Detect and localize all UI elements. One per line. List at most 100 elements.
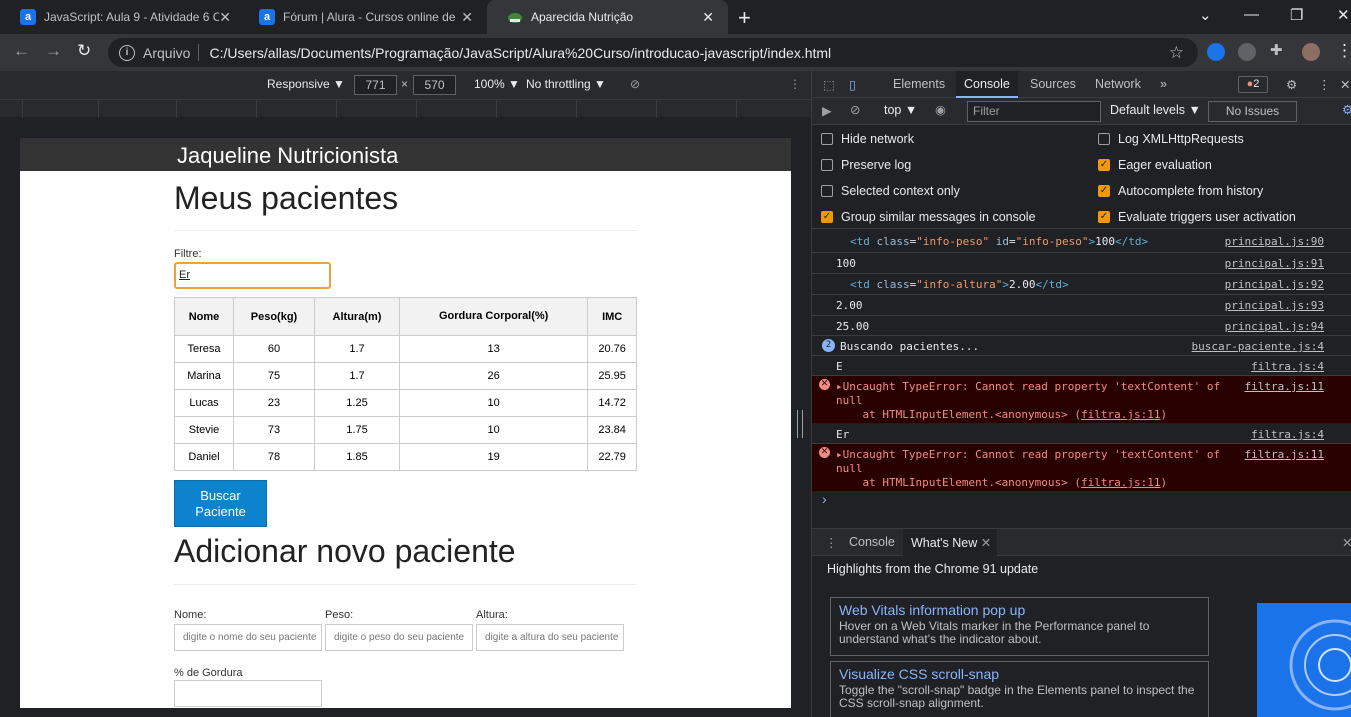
altura-input[interactable]: digite a altura do seu paciente — [476, 624, 624, 651]
tab-elements[interactable]: Elements — [893, 77, 945, 91]
table-row[interactable]: Stevie 73 1.75 10 23.84 — [173, 416, 637, 444]
source-link[interactable]: filtra.js:11 — [1245, 448, 1324, 461]
browser-tab-aula[interactable]: a JavaScript: Aula 9 - Atividade 6 C ✕ — [0, 0, 245, 34]
close-icon[interactable]: ✕ — [461, 9, 473, 26]
avatar[interactable] — [1302, 43, 1320, 61]
tab-network[interactable]: Network — [1095, 77, 1141, 91]
drawer-tab-whats-new[interactable]: What's New ✕ — [903, 529, 998, 556]
console-error[interactable]: ✕ ▸Uncaught TypeError: Cannot read prope… — [812, 376, 1351, 424]
error-count-badge[interactable]: ●2 — [1238, 76, 1268, 93]
issues-button[interactable]: No Issues — [1208, 101, 1297, 122]
minimize-icon[interactable]: — — [1244, 6, 1259, 23]
feature-card[interactable]: Web Vitals information pop up Hover on a… — [830, 597, 1209, 656]
group-similar-checkbox[interactable]: ✓ Group similar messages in console — [821, 210, 1036, 224]
drawer-tabs: ⋮ Console What's New ✕ ✕ — [812, 528, 1351, 556]
extension-v-icon[interactable] — [1207, 43, 1225, 61]
source-link[interactable]: filtra.js:4 — [1251, 360, 1324, 373]
tab-sources[interactable]: Sources — [1030, 77, 1076, 91]
source-link[interactable]: principal.js:93 — [1225, 299, 1324, 312]
address-bar[interactable]: i Arquivo C:/Users/allas/Documents/Progr… — [108, 38, 1198, 67]
more-tabs-icon[interactable]: » — [1160, 77, 1167, 91]
extensions-puzzle-icon[interactable]: ✚ — [1270, 41, 1288, 59]
source-link[interactable]: principal.js:90 — [1225, 235, 1324, 248]
devtools-menu-icon[interactable]: ⋮ — [1318, 77, 1331, 92]
table-row[interactable]: Lucas 23 1.25 10 14.72 — [173, 389, 637, 417]
source-link[interactable]: filtra.js:11 — [1245, 380, 1324, 393]
close-icon[interactable]: ✕ — [219, 9, 231, 26]
feature-card[interactable]: Visualize CSS scroll-snap Toggle the "sc… — [830, 661, 1209, 717]
gordura-input[interactable] — [174, 680, 322, 707]
source-link[interactable]: principal.js:91 — [1225, 257, 1324, 270]
console-filter-input[interactable]: Filter — [967, 101, 1101, 122]
close-icon[interactable]: ✕ — [981, 536, 991, 550]
drawer-tab-console[interactable]: Console — [849, 535, 895, 549]
viewport-width-input[interactable]: 771 — [354, 75, 397, 95]
device-mode-select[interactable]: Responsive ▼ — [267, 77, 345, 91]
sidebar-toggle-icon[interactable]: ▶ — [822, 103, 832, 118]
restore-icon[interactable]: ❐ — [1290, 6, 1303, 24]
source-link[interactable]: principal.js:94 — [1225, 320, 1324, 333]
nome-input[interactable]: digite o nome do seu paciente — [174, 624, 322, 651]
buscar-paciente-button[interactable]: Buscar Paciente — [174, 480, 267, 527]
zoom-select[interactable]: 100% ▼ — [474, 77, 520, 91]
tab-search-icon[interactable]: ⌄ — [1199, 6, 1212, 24]
console-settings: Hide network Preserve log Selected conte… — [812, 125, 1351, 229]
table-row[interactable]: Teresa 60 1.7 13 20.76 — [173, 335, 637, 363]
clear-console-icon[interactable]: ⊘ — [850, 102, 860, 117]
rotate-icon[interactable]: ⊘ — [630, 77, 640, 91]
log-xhr-checkbox[interactable]: Log XMLHttpRequests — [1098, 132, 1244, 146]
filter-input[interactable]: Er — [174, 262, 331, 289]
table-header-row: Nome Peso(kg) Altura(m) Gordura Corporal… — [173, 297, 637, 336]
filter-label: Filtre: — [174, 248, 202, 260]
gear-icon[interactable]: ⚙ — [1286, 77, 1297, 92]
throttling-select[interactable]: No throttling ▼ — [526, 77, 606, 91]
window-close-icon[interactable]: ✕ — [1337, 6, 1350, 24]
selected-context-checkbox[interactable]: Selected context only — [821, 184, 960, 198]
table-row[interactable]: Daniel 78 1.85 19 22.79 — [173, 443, 637, 471]
col-nome: Nome — [173, 297, 235, 336]
source-link[interactable]: principal.js:92 — [1225, 278, 1324, 291]
extension-ghost-icon[interactable] — [1238, 43, 1256, 61]
peso-input[interactable]: digite o peso do seu paciente — [325, 624, 473, 651]
log-levels-select[interactable]: Default levels ▼ — [1110, 103, 1201, 117]
context-select[interactable]: top ▼ — [884, 103, 917, 117]
source-link[interactable]: filtra.js:4 — [1251, 428, 1324, 441]
inspect-element-icon[interactable]: ⬚ — [823, 77, 835, 92]
eye-icon[interactable]: ◉ — [935, 102, 946, 117]
console-toolbar: ▶ ⊘ top ▼ ◉ Filter Default levels ▼ No I… — [812, 98, 1351, 125]
menu-kebab-icon[interactable]: ⋮ — [1336, 41, 1351, 61]
device-menu-icon[interactable]: ⋮ — [789, 77, 801, 91]
console-message: E filtra.js:4 — [812, 356, 1351, 376]
drawer-close-icon[interactable]: ✕ — [1342, 535, 1351, 550]
device-toggle-icon[interactable]: ▯ — [849, 77, 856, 92]
console-error[interactable]: ✕ ▸Uncaught TypeError: Cannot read prope… — [812, 444, 1351, 492]
close-icon[interactable]: ✕ — [702, 9, 714, 26]
col-altura: Altura(m) — [313, 297, 401, 336]
viewport-resize-handle[interactable] — [797, 410, 803, 438]
info-icon[interactable]: i — [119, 44, 135, 61]
site-title: Jaqueline Nutricionista — [177, 143, 399, 168]
console-settings-icon[interactable]: ⚙ — [1342, 102, 1351, 117]
eager-eval-checkbox[interactable]: ✓ Eager evaluation — [1098, 158, 1212, 172]
back-icon[interactable]: ← — [13, 41, 30, 61]
repeat-count-badge: 2 — [822, 339, 835, 352]
autocomplete-checkbox[interactable]: ✓ Autocomplete from history — [1098, 184, 1263, 198]
source-link[interactable]: buscar-paciente.js:4 — [1192, 340, 1324, 353]
tab-console[interactable]: Console — [956, 71, 1018, 98]
reload-icon[interactable]: ↻ — [77, 41, 91, 61]
eval-triggers-checkbox[interactable]: ✓ Evaluate triggers user activation — [1098, 210, 1296, 224]
drawer-menu-icon[interactable]: ⋮ — [825, 535, 838, 550]
error-icon: ✕ — [819, 447, 830, 458]
viewport-height-input[interactable]: 570 — [413, 75, 456, 95]
bookmark-star-icon[interactable]: ☆ — [1169, 43, 1184, 63]
divider — [174, 230, 637, 231]
browser-tab-forum[interactable]: a Fórum | Alura - Cursos online de ✕ — [239, 0, 487, 34]
devtools-close-icon[interactable]: ✕ — [1340, 77, 1350, 92]
forward-icon[interactable]: → — [45, 41, 62, 61]
console-prompt-icon[interactable]: › — [822, 491, 827, 507]
browser-tab-aparecida[interactable]: Aparecida Nutrição ✕ — [487, 0, 728, 34]
new-tab-icon[interactable]: + — [738, 5, 751, 31]
hide-network-checkbox[interactable]: Hide network — [821, 132, 914, 146]
table-row[interactable]: Marina 75 1.7 26 25.95 — [173, 362, 637, 390]
preserve-log-checkbox[interactable]: Preserve log — [821, 158, 911, 172]
